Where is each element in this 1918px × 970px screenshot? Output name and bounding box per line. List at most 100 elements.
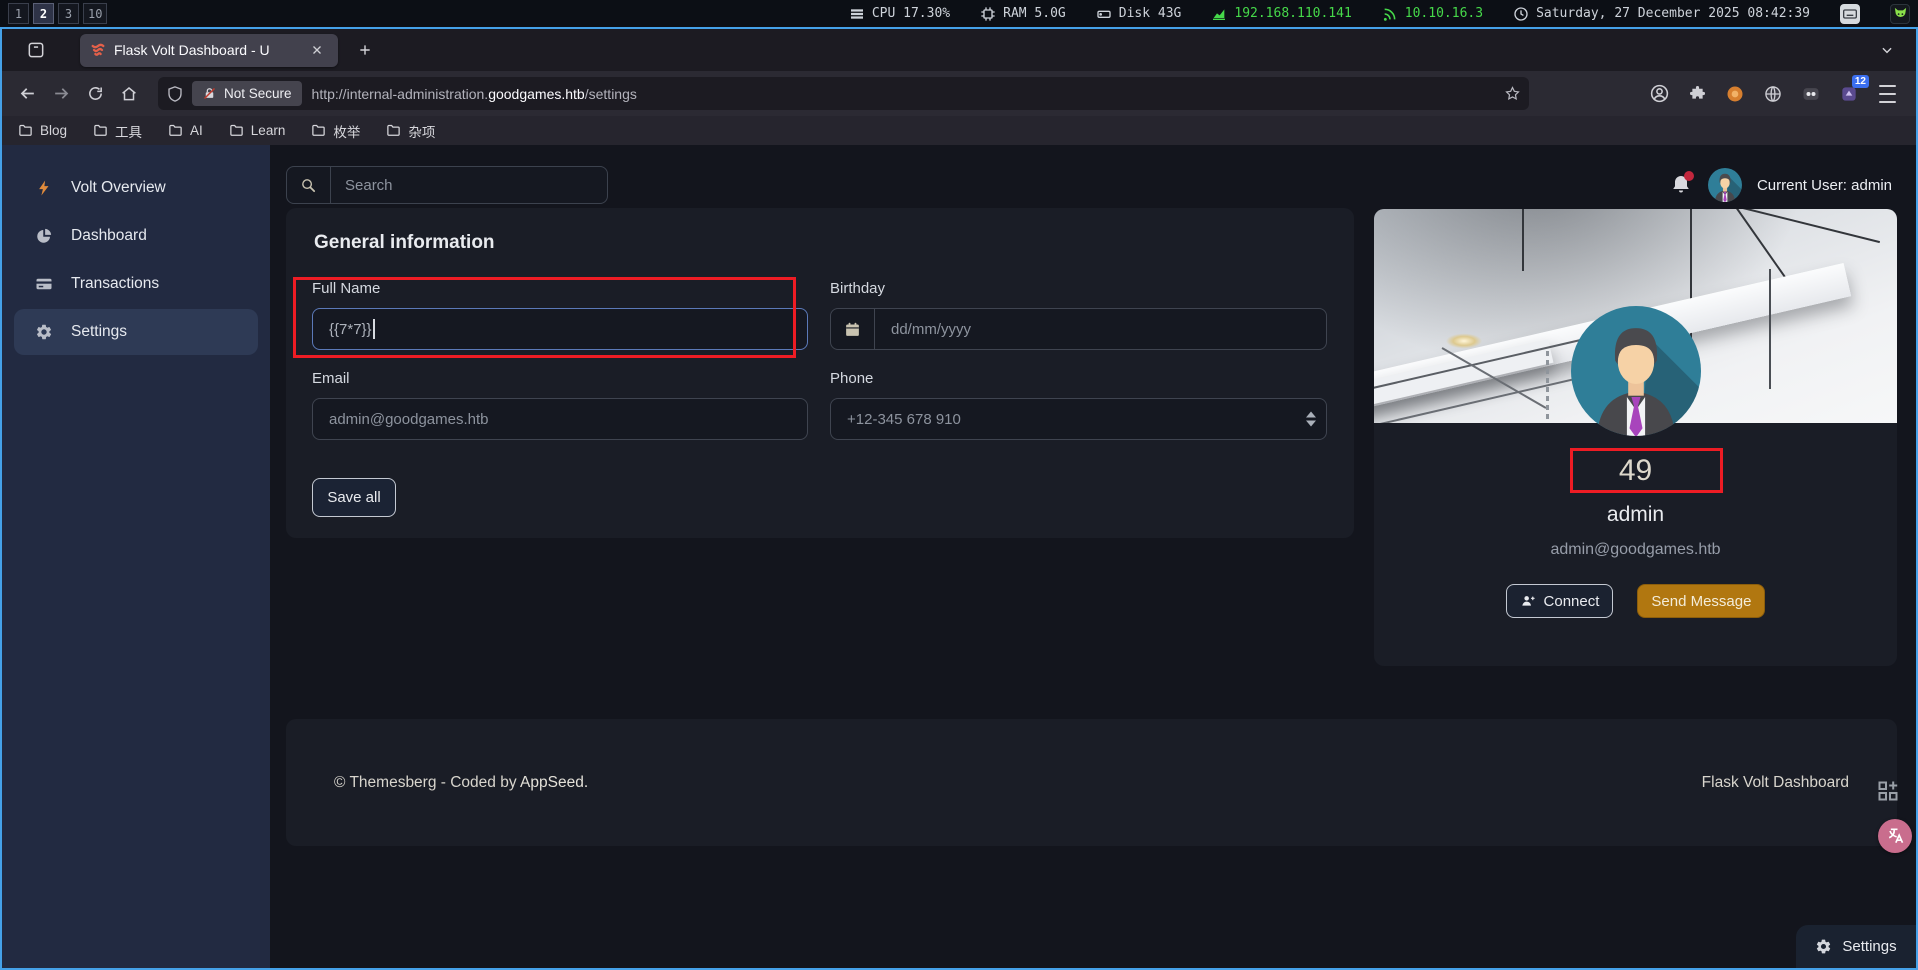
email-input-wrap[interactable] (312, 398, 808, 440)
notifications-bell-icon[interactable] (1669, 171, 1694, 197)
sidebar-item-dashboard[interactable]: Dashboard (14, 213, 258, 259)
credit-card-icon (34, 274, 54, 294)
folder-icon (18, 123, 33, 138)
gear-icon (34, 322, 54, 342)
search-icon (287, 167, 331, 203)
bookmark-folder-misc[interactable]: 杂项 (386, 121, 435, 141)
extension-orange-icon[interactable] (1720, 79, 1750, 109)
rss-icon (1382, 6, 1398, 22)
gear-icon (1815, 938, 1832, 955)
extension-mask-icon[interactable] (1796, 79, 1826, 109)
reload-icon[interactable] (78, 77, 112, 111)
profile-email: admin@goodgames.htb (1550, 541, 1721, 558)
text-caret (372, 319, 375, 339)
birthday-label: Birthday (830, 280, 886, 297)
profile-username: admin (1606, 503, 1665, 526)
tab-close-icon[interactable] (304, 37, 330, 63)
browser-tab-active[interactable]: Flask Volt Dashboard - U (80, 33, 338, 67)
lan-ip-indicator: 192.168.110.141 (1211, 6, 1352, 22)
list-all-tabs-icon[interactable] (1874, 37, 1900, 63)
disk-icon (1096, 6, 1112, 22)
current-user-label: Current User: admin (1756, 176, 1892, 194)
search-input[interactable] (331, 176, 607, 194)
notification-dot (1683, 171, 1694, 181)
workspace-2-active[interactable]: 2 (33, 3, 54, 24)
bookmark-folder-ai[interactable]: AI (168, 123, 203, 138)
connect-button[interactable]: Connect (1505, 584, 1614, 618)
birthday-input[interactable] (875, 320, 1326, 338)
account-icon[interactable] (1644, 79, 1674, 109)
folder-icon (93, 123, 108, 138)
full-name-input[interactable]: {{7*7}} (312, 308, 808, 350)
back-icon[interactable] (10, 77, 44, 111)
card-title: General information (314, 232, 495, 253)
footer-copyright: © Themesberg - Coded by AppSeed. (334, 773, 589, 791)
phone-input-wrap[interactable] (830, 398, 1327, 440)
folder-icon (386, 123, 401, 138)
user-avatar[interactable] (1707, 168, 1742, 202)
system-status-bar: 1 2 3 10 CPU 17.30% RAM 5.0G Disk 43G 19… (0, 0, 1918, 27)
keyboard-tray-icon[interactable] (1840, 3, 1860, 24)
volt-logo-icon (90, 42, 106, 58)
widgets-grid-icon[interactable] (1876, 779, 1900, 803)
shield-icon[interactable] (166, 85, 184, 103)
search-box[interactable] (286, 166, 608, 204)
workspace-3[interactable]: 3 (58, 3, 79, 24)
footer-brand: Flask Volt Dashboard (1701, 773, 1849, 791)
send-message-button[interactable]: Send Message (1637, 584, 1766, 618)
cpu-indicator: CPU 17.30% (849, 6, 950, 22)
bookmark-folder-learn[interactable]: Learn (229, 123, 285, 138)
bookmark-folder-blog[interactable]: Blog (18, 123, 67, 138)
bookmark-star-icon[interactable] (1504, 85, 1521, 102)
pie-chart-icon (34, 226, 54, 246)
not-secure-badge[interactable]: Not Secure (192, 81, 302, 106)
navigation-toolbar: Not Secure http://internal-administratio… (2, 71, 1916, 116)
firefox-view-icon[interactable] (20, 34, 52, 66)
new-tab-button[interactable] (352, 37, 378, 63)
ram-icon (980, 6, 996, 22)
tab-title: Flask Volt Dashboard - U (114, 42, 270, 58)
translate-extension-icon[interactable] (1878, 819, 1912, 853)
cpu-icon (849, 6, 865, 22)
home-icon[interactable] (112, 77, 146, 111)
menu-hamburger-icon[interactable] (1872, 79, 1902, 109)
clock-indicator: Saturday, 27 December 2025 08:42:39 (1513, 6, 1810, 22)
disk-indicator: Disk 43G (1096, 6, 1181, 22)
email-label: Email (312, 370, 350, 387)
tab-bar: Flask Volt Dashboard - U (2, 29, 1916, 71)
bookmark-folder-tools[interactable]: 工具 (93, 121, 142, 141)
extension-with-badge-icon[interactable]: 12 (1834, 74, 1869, 109)
extension-globe-icon[interactable] (1758, 79, 1788, 109)
workspace-1[interactable]: 1 (8, 3, 29, 24)
ram-indicator: RAM 5.0G (980, 6, 1066, 22)
cat-tray-icon[interactable] (1890, 3, 1910, 24)
folder-icon (311, 123, 326, 138)
page-content: Volt Overview Dashboard Transactions Set… (2, 145, 1916, 968)
topbar-user-area: Current User: admin (1669, 166, 1892, 204)
sidebar-item-transactions[interactable]: Transactions (14, 261, 258, 307)
sidebar-item-volt-overview[interactable]: Volt Overview (14, 165, 258, 211)
sidebar-item-settings[interactable]: Settings (14, 309, 258, 355)
profile-card: 49 admin admin@goodgames.htb Connect Sen… (1374, 209, 1897, 666)
extension-count-badge: 12 (1851, 74, 1869, 88)
appseed-link[interactable]: AppSeed. (520, 774, 588, 791)
birthday-input-group[interactable] (830, 308, 1327, 350)
network-up-icon (1211, 6, 1227, 22)
phone-input[interactable] (831, 410, 1326, 428)
email-input[interactable] (313, 410, 807, 428)
browser-window: Flask Volt Dashboard - U Not Secure http… (0, 27, 1918, 970)
extensions-puzzle-icon[interactable] (1682, 79, 1712, 109)
url-bar[interactable]: Not Secure http://internal-administratio… (158, 77, 1529, 110)
bookmark-folder-enum[interactable]: 枚举 (311, 121, 360, 141)
full-name-label: Full Name (312, 280, 381, 297)
number-spinner[interactable] (1306, 411, 1316, 427)
folder-icon (168, 123, 183, 138)
footer: © Themesberg - Coded by AppSeed. Flask V… (286, 719, 1897, 846)
url-text[interactable]: http://internal-administration.goodgames… (312, 86, 1504, 102)
bookmarks-bar: Blog 工具 AI Learn 枚举 杂项 (2, 116, 1916, 145)
forward-icon[interactable] (44, 77, 78, 111)
calendar-icon (831, 309, 875, 349)
workspace-10[interactable]: 10 (83, 3, 108, 24)
settings-corner-button[interactable]: Settings (1796, 925, 1916, 968)
save-all-button[interactable]: Save all (312, 478, 396, 517)
